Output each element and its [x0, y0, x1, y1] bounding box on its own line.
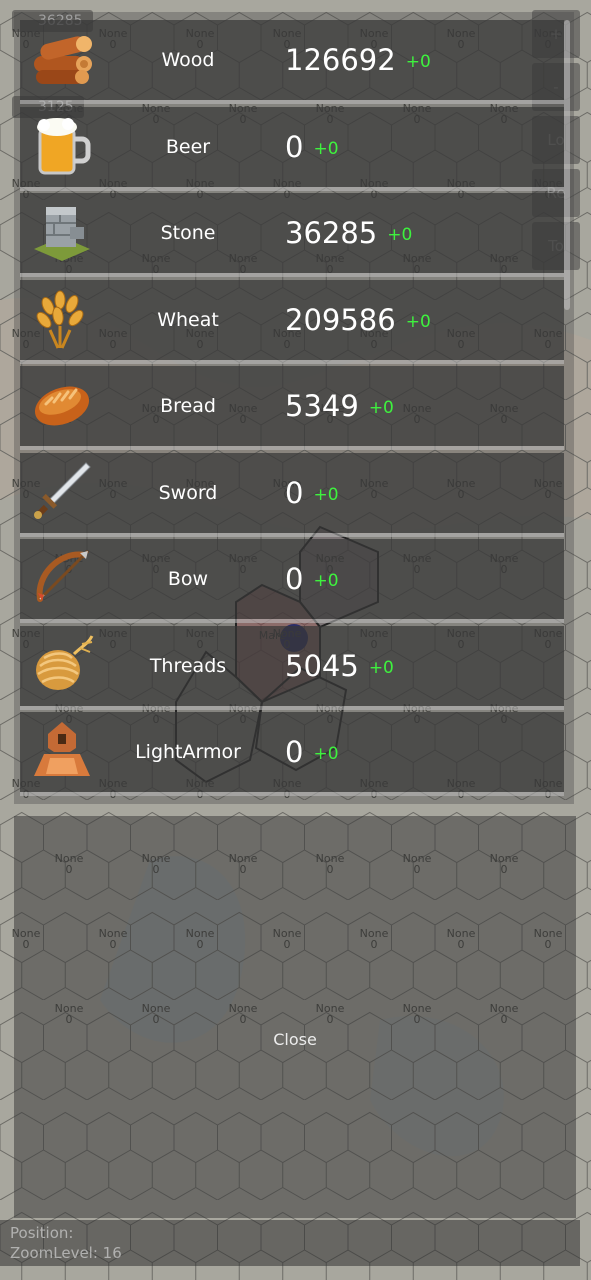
row-divider [20, 359, 564, 364]
row-divider [20, 100, 564, 104]
resource-delta: +0 [405, 311, 431, 332]
resource-amount: 5045 +0 [285, 626, 394, 706]
resource-delta: +0 [405, 52, 431, 72]
resource-amount: 209586 +0 [285, 280, 431, 360]
stone-block-icon [30, 199, 94, 263]
resource-amount-value: 5045 [285, 648, 359, 683]
resource-name: Threads [149, 654, 227, 677]
resource-delta: +0 [313, 484, 339, 505]
resource-name: Bow [167, 568, 209, 590]
status-bar: Position: ZoomLevel: 16 [0, 1220, 580, 1266]
resource-amount-value: 36285 [285, 216, 378, 250]
wood-logs-icon [30, 26, 94, 90]
light-armor-icon [30, 718, 94, 782]
resource-name: Sword [158, 481, 218, 504]
row-divider [20, 532, 564, 537]
resource-delta: +0 [368, 657, 394, 678]
resource-amount-value: 209586 [285, 302, 396, 337]
row-divider [20, 186, 564, 191]
thread-spool-icon [30, 632, 94, 696]
row-divider [20, 619, 564, 623]
resource-row-bread: Bread 5349 +0 [20, 366, 564, 450]
beer-mug-icon [30, 113, 94, 177]
bow-icon [30, 545, 94, 609]
resource-name: Beer [165, 135, 211, 158]
resource-delta: +0 [387, 225, 413, 245]
resource-row-wood: Wood 126692 +0 [20, 20, 564, 104]
resource-row-sword: Sword 0 +0 [20, 452, 564, 537]
resource-amount-value: 5349 [285, 389, 359, 423]
resource-delta: +0 [313, 571, 339, 591]
wheat-icon [30, 286, 94, 350]
resource-row-wheat: Wheat 209586 +0 [20, 279, 564, 364]
zoom-level-readout: ZoomLevel: 16 [10, 1244, 122, 1262]
position-readout: Position: [10, 1224, 74, 1242]
resource-amount: 126692 +0 [285, 20, 431, 100]
resource-row-threads: Threads 5045 +0 [20, 625, 564, 710]
close-label: Close [273, 1030, 317, 1049]
resource-amount: 0 +0 [285, 539, 339, 619]
resource-name: LightArmor [135, 741, 241, 763]
row-divider [20, 273, 564, 277]
bread-icon [30, 372, 94, 436]
resource-delta: +0 [368, 398, 394, 418]
resource-name: Stone [160, 222, 216, 244]
resource-amount: 0 +0 [285, 712, 339, 792]
resource-delta: +0 [313, 744, 339, 764]
resource-amount: 0 +0 [285, 453, 339, 533]
resource-name: Bread [160, 395, 216, 417]
resource-name: Wheat [157, 308, 219, 331]
resource-amount-value: 0 [285, 129, 304, 164]
resource-row-beer: Beer 0 +0 [20, 106, 564, 191]
resource-amount: 0 +0 [285, 107, 339, 187]
row-divider [20, 705, 564, 710]
resource-delta: +0 [313, 138, 339, 159]
resource-row-lightarmor: LightArmor 0 +0 [20, 712, 564, 796]
resource-panel-scrollbar[interactable] [564, 20, 570, 310]
resource-row-bow: Bow 0 +0 [20, 539, 564, 623]
resource-amount-value: 0 [285, 475, 304, 510]
resource-amount: 5349 +0 [285, 366, 394, 446]
resource-amount-value: 126692 [285, 43, 396, 77]
resource-name: Wood [161, 49, 215, 71]
row-divider [20, 792, 564, 796]
sword-icon [30, 459, 94, 523]
resource-amount: 36285 +0 [285, 193, 412, 273]
resource-row-stone: Stone 36285 +0 [20, 193, 564, 277]
row-divider [20, 446, 564, 450]
resource-amount-value: 0 [285, 562, 304, 596]
resource-amount-value: 0 [285, 735, 304, 769]
close-button[interactable]: Close [14, 816, 576, 1218]
